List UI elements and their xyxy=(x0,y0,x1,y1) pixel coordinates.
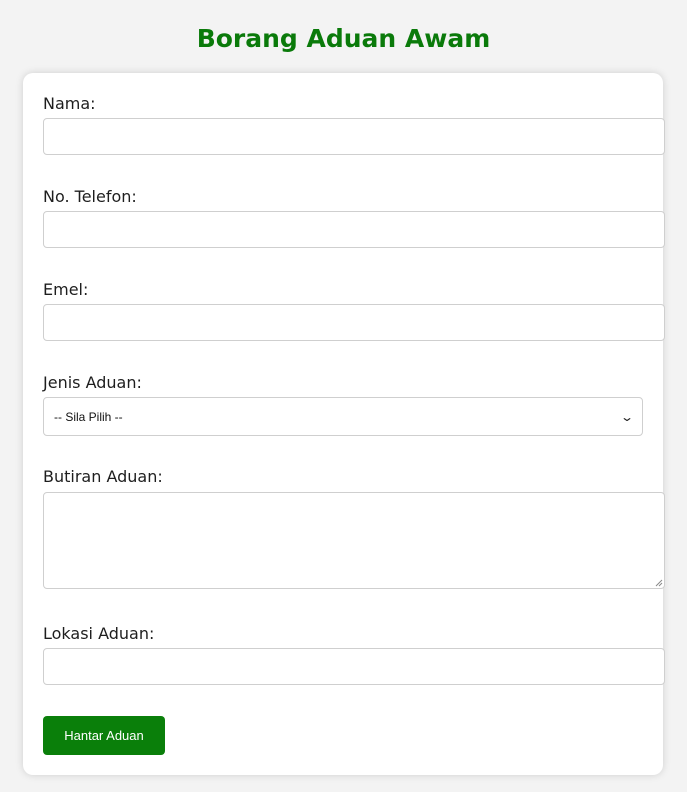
nama-label: Nama: xyxy=(43,94,96,113)
butiran-aduan-label: Butiran Aduan: xyxy=(43,467,163,486)
jenis-aduan-selected-value: -- Sila Pilih -- xyxy=(54,409,123,424)
page-title: Borang Aduan Awam xyxy=(196,24,491,53)
chevron-down-icon: ⌄ xyxy=(619,409,635,424)
emel-label: Emel: xyxy=(43,280,89,299)
nama-input[interactable] xyxy=(43,118,665,155)
lokasi-aduan-label: Lokasi Aduan: xyxy=(43,624,155,643)
butiran-aduan-textarea[interactable] xyxy=(43,492,665,589)
jenis-aduan-label: Jenis Aduan: xyxy=(43,373,142,392)
jenis-aduan-select[interactable]: -- Sila Pilih -- ⌄ xyxy=(43,397,643,436)
resize-grip-icon[interactable] xyxy=(655,579,663,587)
emel-input[interactable] xyxy=(43,304,665,341)
hantar-aduan-button[interactable]: Hantar Aduan xyxy=(43,716,165,755)
lokasi-aduan-input[interactable] xyxy=(43,648,665,685)
telefon-label: No. Telefon: xyxy=(43,187,137,206)
telefon-input[interactable] xyxy=(43,211,665,248)
